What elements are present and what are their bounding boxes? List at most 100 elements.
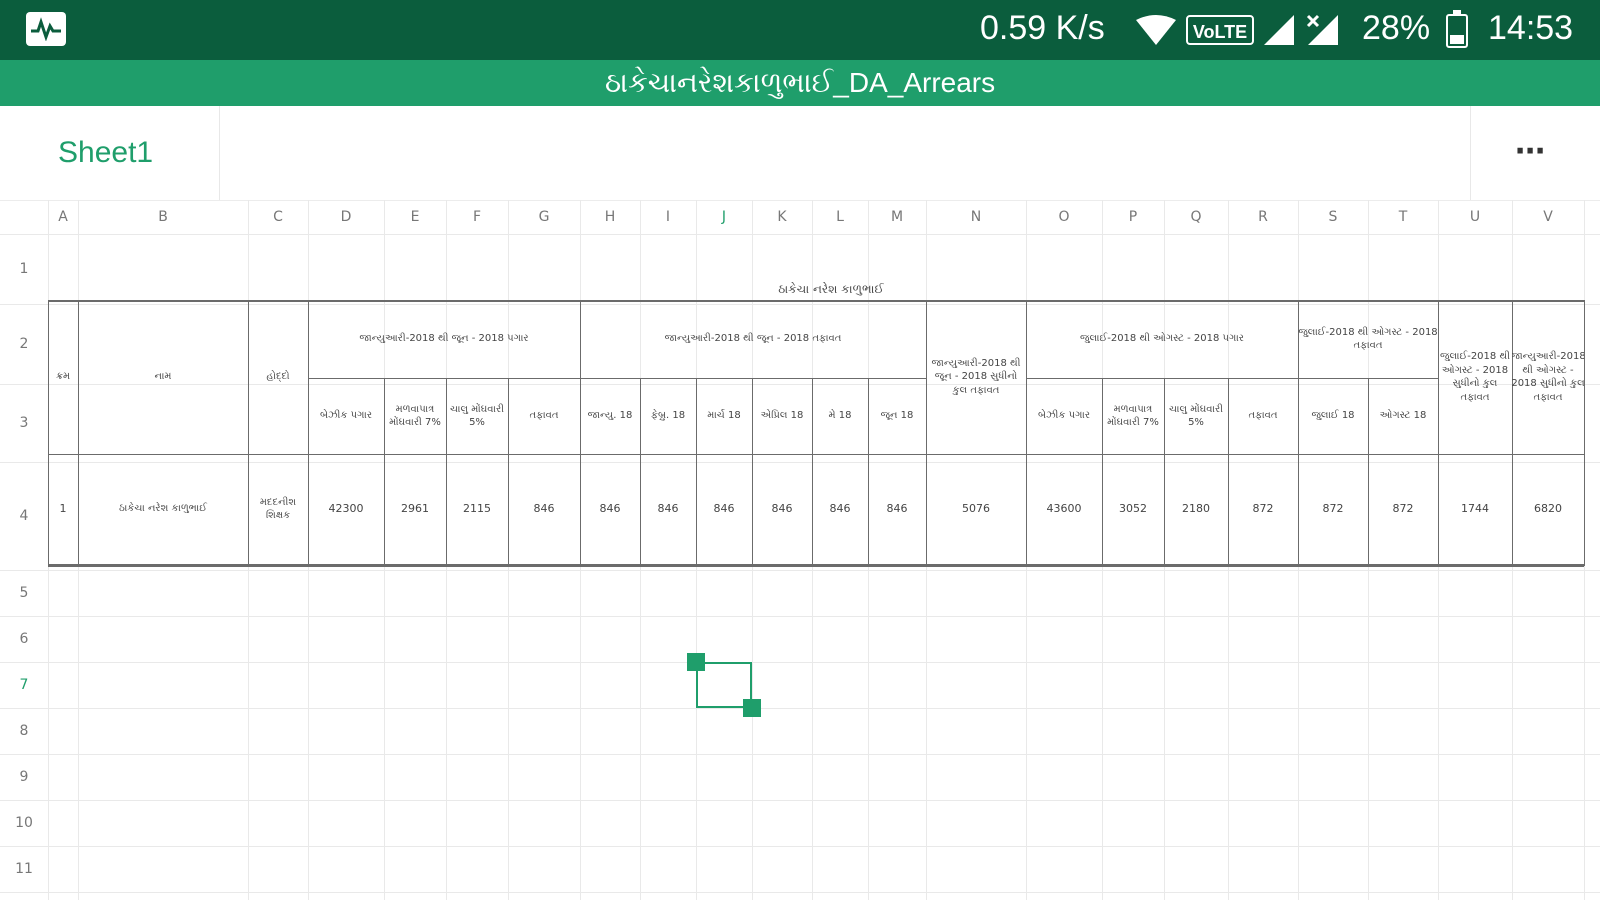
header-jul-aug-pay[interactable]: જુલાઈ-2018 થી ઓગસ્ટ - 2018 પગાર: [1026, 300, 1298, 378]
row-value-8[interactable]: 846: [752, 454, 812, 564]
row-header-9[interactable]: 9: [0, 754, 48, 800]
row-value-6[interactable]: 846: [640, 454, 696, 564]
row-value-3[interactable]: 2115: [446, 454, 508, 564]
battery-icon: [1446, 10, 1468, 48]
header-jan-jun-total[interactable]: જાન્યુઆરી-2018 થી જૂન - 2018 સુધીનો કુલ …: [926, 300, 1026, 454]
subheader-16[interactable]: ઓગસ્ટ 18: [1368, 378, 1438, 454]
header-name[interactable]: નામ: [78, 300, 248, 454]
row-header-10[interactable]: 10: [0, 800, 48, 846]
status-bar: 0.59 K/s VoLTE 28% 14:53: [0, 0, 1600, 60]
row-value-10[interactable]: 846: [868, 454, 926, 564]
column-header-i[interactable]: I: [640, 200, 696, 234]
column-header-p[interactable]: P: [1102, 200, 1164, 234]
row-value-17[interactable]: 872: [1368, 454, 1438, 564]
selection-handle-start[interactable]: [687, 653, 705, 671]
header-post[interactable]: હોદ્દો: [248, 300, 308, 454]
clock: 14:53: [1488, 9, 1574, 47]
more-menu-button[interactable]: ⋯: [1470, 106, 1600, 200]
column-header-o[interactable]: O: [1026, 200, 1102, 234]
column-header-j[interactable]: J: [696, 200, 752, 234]
header-sr[interactable]: ક્રમ: [48, 300, 78, 454]
column-header-h[interactable]: H: [580, 200, 640, 234]
selection-handle-end[interactable]: [743, 699, 761, 717]
header-jan-jun-pay[interactable]: જાન્યુઆરી-2018 થી જૂન - 2018 પગાર: [308, 300, 580, 378]
row-header-4[interactable]: 4: [0, 462, 48, 570]
subheader-7[interactable]: માર્ચ 18: [696, 378, 752, 454]
row-value-7[interactable]: 846: [696, 454, 752, 564]
row-header-5[interactable]: 5: [0, 570, 48, 616]
cell-signal-no-data-icon: [1306, 14, 1338, 45]
grid-row-line: [0, 570, 1600, 571]
column-header-f[interactable]: F: [446, 200, 508, 234]
column-header-n[interactable]: N: [926, 200, 1026, 234]
column-header-a[interactable]: A: [48, 200, 78, 234]
row-name[interactable]: ઠાકેચા નરેશ કાળુભાઈ: [78, 454, 248, 564]
subheader-4[interactable]: તફાવત: [508, 378, 580, 454]
tab-sheet1[interactable]: Sheet1: [0, 106, 220, 200]
row-header-8[interactable]: 8: [0, 708, 48, 754]
row-header-1[interactable]: 1: [0, 234, 48, 304]
subheader-12[interactable]: મળવાપાત્ર મોંઘવારી 7%: [1102, 378, 1164, 454]
subheader-1[interactable]: બેઝીક પગાર: [308, 378, 384, 454]
header-jul-aug-total[interactable]: જુલાઈ-2018 થી ઓગસ્ટ - 2018 સુધીનો કુલ તફ…: [1438, 300, 1512, 454]
row-value-9[interactable]: 846: [812, 454, 868, 564]
header-jan-jun-diff[interactable]: જાન્યુઆરી-2018 થી જૂન - 2018 તફાવત: [580, 300, 926, 378]
subheader-6[interactable]: ફેબ્રુ. 18: [640, 378, 696, 454]
column-header-k[interactable]: K: [752, 200, 812, 234]
column-header-u[interactable]: U: [1438, 200, 1512, 234]
row-value-16[interactable]: 872: [1298, 454, 1368, 564]
row-value-14[interactable]: 2180: [1164, 454, 1228, 564]
column-header-t[interactable]: T: [1368, 200, 1438, 234]
row-header-2[interactable]: 2: [0, 304, 48, 384]
row-value-12[interactable]: 43600: [1026, 454, 1102, 564]
row-header-3[interactable]: 3: [0, 384, 48, 462]
row-value-5[interactable]: 846: [580, 454, 640, 564]
column-header-l[interactable]: L: [812, 200, 868, 234]
row-header-6[interactable]: 6: [0, 616, 48, 662]
column-header-v[interactable]: V: [1512, 200, 1584, 234]
more-dots-icon: ⋯: [1515, 134, 1547, 169]
subheader-14[interactable]: તફાવત: [1228, 378, 1298, 454]
row-value-1[interactable]: 42300: [308, 454, 384, 564]
grid-row-line: [0, 616, 1600, 617]
subheader-9[interactable]: મે 18: [812, 378, 868, 454]
document-title: ઠાકેચાનરેશકાળુભાઈ_DA_Arrears: [0, 60, 1600, 106]
spreadsheet-grid[interactable]: A B C D E F G H I J K L M N O P Q R S T U V 1 2 3 4 5 6 7 8 9 10 11 ઠાકેચ…: [0, 200, 1600, 900]
column-header-e[interactable]: E: [384, 200, 446, 234]
subheader-3[interactable]: ચાલુ મોંઘવારી 5%: [446, 378, 508, 454]
subheader-13[interactable]: ચાલુ મોંઘવારી 5%: [1164, 378, 1228, 454]
wifi-icon: [1136, 15, 1176, 45]
subheader-15[interactable]: જુલાઈ 18: [1298, 378, 1368, 454]
row-value-19[interactable]: 6820: [1512, 454, 1584, 564]
cell-signal-icon: [1264, 15, 1294, 45]
column-header-c[interactable]: C: [248, 200, 308, 234]
subheader-8[interactable]: એપ્રિલ 18: [752, 378, 812, 454]
subheader-5[interactable]: જાન્યુ. 18: [580, 378, 640, 454]
row-value-2[interactable]: 2961: [384, 454, 446, 564]
subheader-10[interactable]: જૂન 18: [868, 378, 926, 454]
row-value-15[interactable]: 872: [1228, 454, 1298, 564]
row-value-18[interactable]: 1744: [1438, 454, 1512, 564]
row-value-4[interactable]: 846: [508, 454, 580, 564]
column-header-g[interactable]: G: [508, 200, 580, 234]
column-header-r[interactable]: R: [1228, 200, 1298, 234]
network-speed: 0.59 K/s: [980, 9, 1105, 47]
header-grand-total[interactable]: જાન્યુઆરી-2018 થી ઓગસ્ટ - 2018 સુધીનો કુ…: [1512, 300, 1584, 454]
subheader-2[interactable]: મળવાપાત્ર મોંઘવારી 7%: [384, 378, 446, 454]
row-header-7[interactable]: 7: [0, 662, 48, 708]
grid-row-line: [0, 754, 1600, 755]
column-header-s[interactable]: S: [1298, 200, 1368, 234]
row-value-13[interactable]: 3052: [1102, 454, 1164, 564]
column-header-m[interactable]: M: [868, 200, 926, 234]
row-value-11[interactable]: 5076: [926, 454, 1026, 564]
row-header-11[interactable]: 11: [0, 846, 48, 892]
column-header-d[interactable]: D: [308, 200, 384, 234]
column-header-q[interactable]: Q: [1164, 200, 1228, 234]
volte-badge: VoLTE: [1186, 15, 1254, 45]
sheet-tab-bar: Sheet1 ⋯: [0, 106, 1600, 201]
row-sr[interactable]: 1: [48, 454, 78, 564]
header-jul-aug-diff[interactable]: જુલાઈ-2018 થી ઓગસ્ટ - 2018 તફાવત: [1298, 300, 1438, 378]
subheader-11[interactable]: બેઝીક પગાર: [1026, 378, 1102, 454]
column-header-b[interactable]: B: [78, 200, 248, 234]
row-post[interactable]: મદદનીશ શિક્ષક: [248, 454, 308, 564]
